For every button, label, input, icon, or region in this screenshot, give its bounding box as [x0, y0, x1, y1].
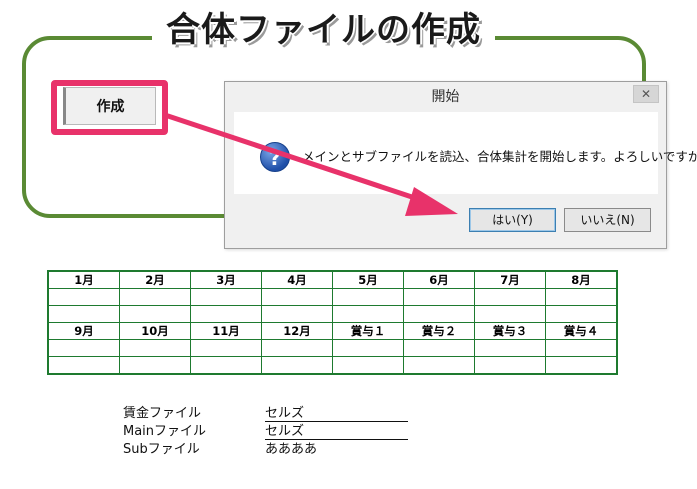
- table-row: 1月 2月 3月 4月 5月 6月 7月 8月: [47, 270, 618, 289]
- table-header-cell: 賞与３: [474, 322, 546, 340]
- table-cell[interactable]: [119, 305, 191, 323]
- table-header-cell: 7月: [474, 270, 546, 289]
- wage-file-value[interactable]: セルズ: [265, 402, 408, 422]
- table-cell[interactable]: [261, 339, 333, 357]
- table-cell[interactable]: [332, 305, 404, 323]
- table-cell[interactable]: [403, 339, 475, 357]
- table-cell[interactable]: [332, 339, 404, 357]
- table-cell[interactable]: [47, 356, 120, 375]
- table-cell[interactable]: [119, 339, 191, 357]
- table-header-cell: 12月: [261, 322, 333, 340]
- table-cell[interactable]: [261, 356, 333, 375]
- table-row: 9月 10月 11月 12月 賞与１ 賞与２ 賞与３ 賞与４: [47, 322, 618, 340]
- main-file-label: Mainファイル: [123, 424, 207, 439]
- main-file-value[interactable]: セルズ: [265, 420, 408, 440]
- table-cell[interactable]: [47, 305, 120, 323]
- table-cell[interactable]: [332, 356, 404, 375]
- table-row: [47, 305, 618, 323]
- table-cell[interactable]: [545, 339, 618, 357]
- table-cell[interactable]: [190, 305, 262, 323]
- table-header-cell: 3月: [190, 270, 262, 289]
- table-cell[interactable]: [47, 288, 120, 306]
- table-cell[interactable]: [474, 339, 546, 357]
- table-cell[interactable]: [545, 305, 618, 323]
- table-cell[interactable]: [47, 339, 120, 357]
- table-cell[interactable]: [545, 288, 618, 306]
- table-cell[interactable]: [474, 356, 546, 375]
- sub-file-label: Subファイル: [123, 442, 200, 457]
- table-cell[interactable]: [474, 288, 546, 306]
- table-header-cell: 2月: [119, 270, 191, 289]
- table-header-cell: 5月: [332, 270, 404, 289]
- table-cell[interactable]: [332, 288, 404, 306]
- table-cell[interactable]: [261, 288, 333, 306]
- table-header-cell: 賞与２: [403, 322, 475, 340]
- table-cell[interactable]: [190, 288, 262, 306]
- table-cell[interactable]: [119, 288, 191, 306]
- table-cell[interactable]: [403, 305, 475, 323]
- table-row: [47, 288, 618, 306]
- table-row: [47, 356, 618, 375]
- table-header-cell: 1月: [47, 270, 120, 289]
- wage-file-label: 賃金ファイル: [123, 406, 202, 421]
- table-header-cell: 11月: [190, 322, 262, 340]
- table-cell[interactable]: [190, 356, 262, 375]
- table-cell[interactable]: [474, 305, 546, 323]
- table-header-cell: 10月: [119, 322, 191, 340]
- table-cell[interactable]: [545, 356, 618, 375]
- table-header-cell: 4月: [261, 270, 333, 289]
- table-cell[interactable]: [261, 305, 333, 323]
- table-cell[interactable]: [403, 288, 475, 306]
- table-cell[interactable]: [403, 356, 475, 375]
- sub-file-value[interactable]: ああああ: [265, 438, 408, 457]
- table-header-cell: 8月: [545, 270, 618, 289]
- table-cell[interactable]: [190, 339, 262, 357]
- table-header-cell: 賞与１: [332, 322, 404, 340]
- table-header-cell: 9月: [47, 322, 120, 340]
- table-header-cell: 6月: [403, 270, 475, 289]
- months-table: 1月 2月 3月 4月 5月 6月 7月 8月 9月 10月 11月 12月 賞…: [47, 270, 618, 375]
- table-cell[interactable]: [119, 356, 191, 375]
- table-row: [47, 339, 618, 357]
- table-header-cell: 賞与４: [545, 322, 618, 340]
